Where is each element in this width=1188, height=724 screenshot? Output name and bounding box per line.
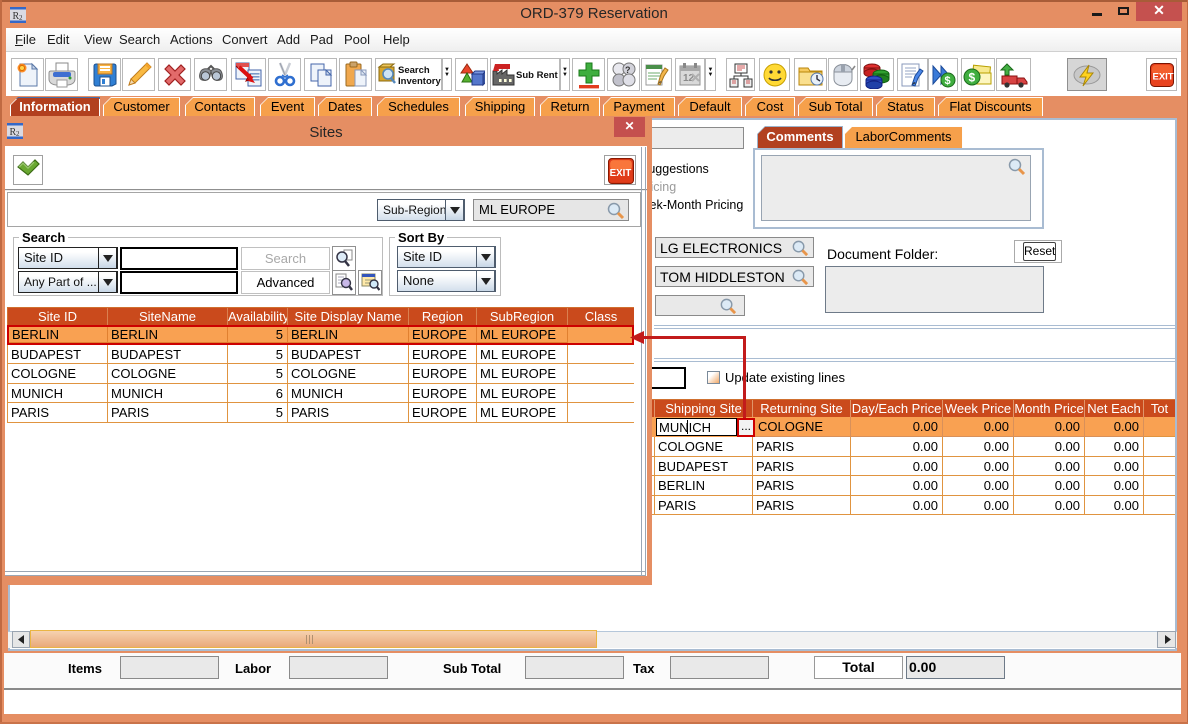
svg-text:Search: Search	[398, 65, 430, 76]
svg-text:EXIT: EXIT	[1152, 71, 1173, 82]
svg-text:2: 2	[19, 14, 23, 22]
svg-text:Sub Rent: Sub Rent	[516, 70, 559, 81]
svg-text:$: $	[969, 70, 976, 84]
svg-text:$: $	[945, 75, 951, 87]
svg-text:Inventory: Inventory	[398, 76, 441, 87]
svg-text:EXIT: EXIT	[610, 168, 632, 179]
svg-text:?: ?	[625, 65, 631, 75]
